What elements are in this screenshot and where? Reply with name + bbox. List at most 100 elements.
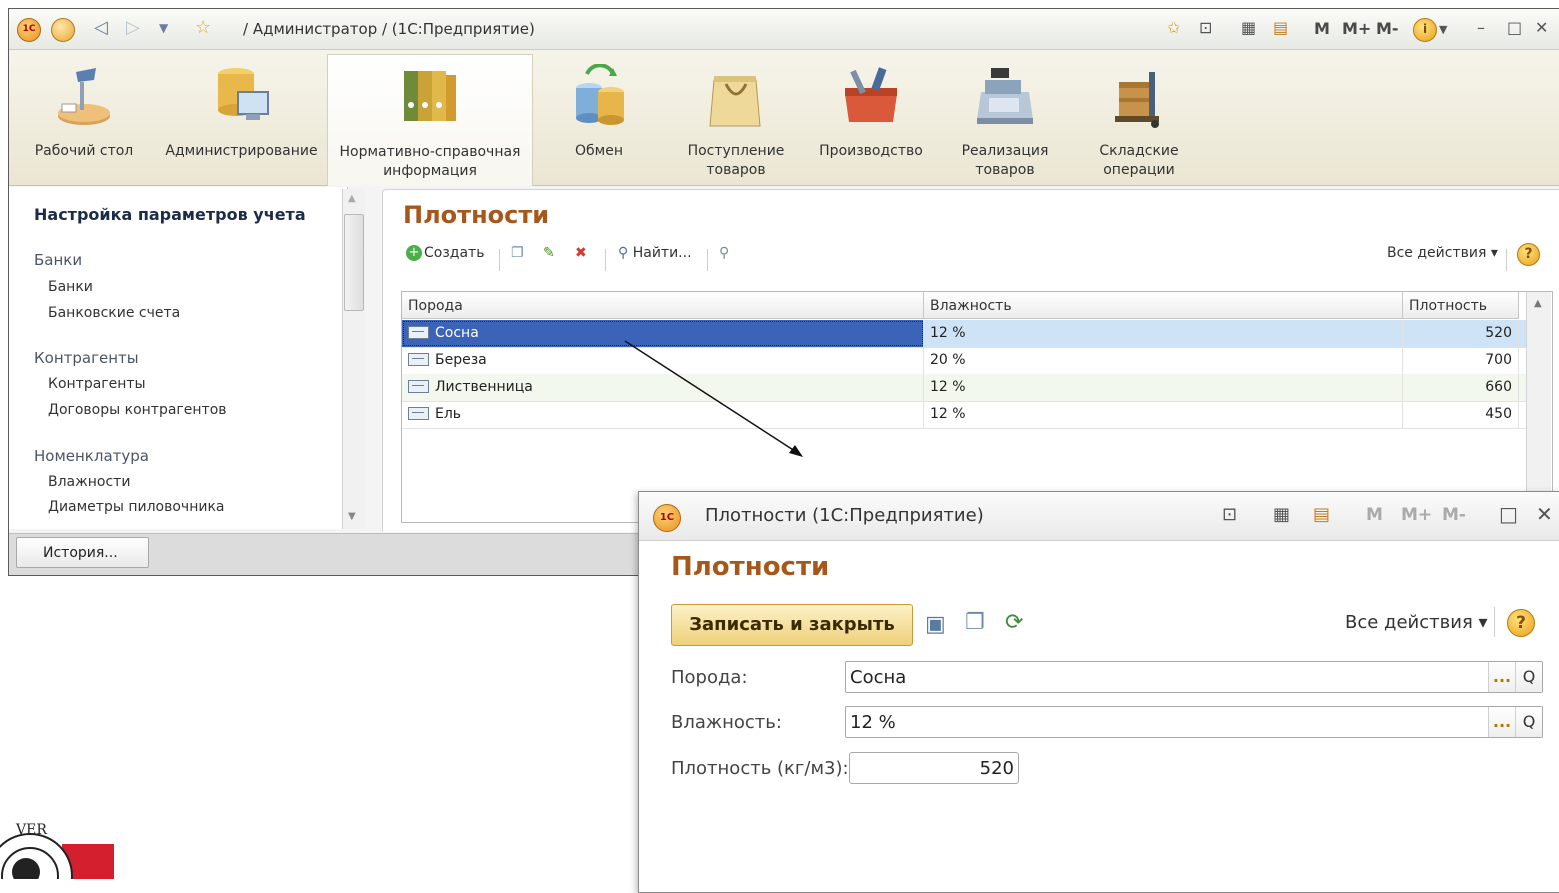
memory-plus-button[interactable]: M+ (1342, 19, 1371, 38)
nav-item-humidities[interactable]: Влажности (48, 474, 130, 490)
section-exchange[interactable]: Обмен (549, 50, 649, 185)
sections-panel: Рабочий стол Администрирование Нормативн… (9, 50, 1559, 186)
cell-density: 660 (1403, 374, 1519, 401)
maximize-icon[interactable]: □ (1507, 18, 1522, 37)
cancel-search-icon[interactable]: ⚲ (719, 245, 729, 261)
close-icon[interactable]: ✕ (1536, 502, 1553, 526)
nav-item-bank-accounts[interactable]: Банковские счета (48, 305, 180, 321)
delete-icon[interactable]: ✖ (575, 245, 587, 261)
forward-arrow-icon[interactable]: ▷ (126, 17, 140, 38)
link-icon[interactable]: ⊡ (1222, 504, 1237, 525)
species-field[interactable]: Сосна ... Q (845, 661, 1543, 693)
binders-icon (404, 71, 456, 121)
save-and-close-button[interactable]: Записать и закрыть (671, 604, 913, 646)
maximize-icon[interactable]: □ (1499, 502, 1518, 526)
main-menu-icon[interactable] (51, 18, 75, 42)
memory-minus-button[interactable]: M- (1442, 505, 1466, 525)
copy-icon[interactable]: ❐ (511, 245, 524, 261)
humidity-field[interactable]: 12 % ... Q (845, 706, 1543, 738)
favorites-star-icon[interactable]: ☆ (195, 17, 211, 38)
section-production[interactable]: Производство (809, 50, 933, 185)
app-1c-icon[interactable]: 1С (17, 18, 41, 42)
section-desktop[interactable]: Рабочий стол (29, 50, 139, 185)
calculator-icon[interactable]: ▦ (1273, 504, 1290, 525)
toolbar-separator (1494, 607, 1495, 637)
table-row[interactable]: Береза 20 % 700 (402, 347, 1526, 375)
info-icon[interactable]: i (1413, 18, 1437, 42)
section-sales[interactable]: Реализация товаров (949, 50, 1061, 185)
nav-item-counterparties[interactable]: Контрагенты (48, 376, 146, 392)
density-item-dialog: 1С Плотности (1С:Предприятие) ⊡ ▦ ▤ M M+… (638, 491, 1559, 893)
density-label: Плотность (кг/м3): (671, 758, 849, 779)
copy-icon[interactable]: ❐ (965, 610, 985, 635)
find-button[interactable]: ⚲ Найти... (618, 245, 692, 261)
table-scrollbar[interactable]: ▲ (1526, 292, 1551, 522)
nav-header-accounting-settings[interactable]: Настройка параметров учета (34, 205, 306, 224)
calendar-icon[interactable]: ▤ (1273, 18, 1288, 37)
all-actions-menu[interactable]: Все действия ▾ (1387, 245, 1498, 261)
scroll-up-icon[interactable]: ▲ (348, 193, 356, 204)
section-goods-receipt[interactable]: Поступление товаров (677, 50, 795, 185)
nav-item-log-diameters[interactable]: Диаметры пиловочника (48, 499, 224, 515)
humidity-value: 12 % (850, 712, 896, 733)
cell-humidity: 12 % (924, 401, 1403, 428)
navigation-panel: Настройка параметров учета Банки Банки Б… (9, 187, 348, 529)
app-1c-icon[interactable]: 1С (653, 504, 681, 532)
open-search-icon[interactable]: Q (1515, 707, 1542, 737)
calculator-icon[interactable]: ▦ (1241, 18, 1256, 37)
column-header-humidity[interactable]: Влажность (924, 292, 1403, 319)
history-dropdown-icon[interactable]: ▼ (159, 21, 168, 35)
create-button[interactable]: + Создать (406, 245, 484, 261)
section-warehouse[interactable]: Складские операции (1083, 50, 1195, 185)
open-search-icon[interactable]: Q (1515, 662, 1542, 692)
section-label: Поступление товаров (687, 143, 785, 178)
memory-m-button[interactable]: M (1314, 19, 1330, 38)
column-header-species[interactable]: Порода (402, 292, 924, 319)
nav-scrollbar-thumb[interactable] (344, 214, 364, 311)
history-button[interactable]: История... (16, 537, 149, 568)
nav-group-title: Контрагенты (34, 349, 139, 367)
toolbox-icon (845, 67, 897, 122)
species-text: Лиственница (435, 379, 533, 395)
toolbar-separator (1506, 249, 1507, 271)
shopping-bag-icon (709, 76, 761, 127)
memory-m-button[interactable]: M (1366, 505, 1383, 525)
table-row[interactable]: Ель 12 % 450 (402, 401, 1526, 429)
refresh-icon[interactable]: ⟳ (1005, 610, 1023, 635)
scroll-down-icon[interactable]: ▼ (348, 511, 356, 522)
calendar-icon[interactable]: ▤ (1313, 504, 1330, 525)
database-computer-icon (217, 68, 269, 120)
desk-lamp-icon (58, 68, 110, 125)
edit-pencil-icon[interactable]: ✎ (543, 245, 555, 261)
exchange-icon (576, 64, 624, 125)
save-disk-icon[interactable]: ▣ (925, 612, 946, 637)
scroll-up-icon[interactable]: ▲ (1534, 298, 1542, 309)
section-reference-info[interactable]: Нормативно-справочная информация (327, 54, 533, 186)
select-button[interactable]: ... (1488, 707, 1515, 737)
add-favorite-icon[interactable]: ✩ (1167, 18, 1180, 37)
info-dropdown-icon[interactable]: ▼ (1439, 23, 1447, 36)
help-icon[interactable]: ? (1507, 609, 1535, 637)
section-label: Обмен (575, 143, 623, 159)
section-administration[interactable]: Администрирование (159, 50, 324, 185)
species-value: Сосна (850, 667, 907, 688)
table-row[interactable]: Лиственница 12 % 660 (402, 374, 1526, 402)
memory-plus-button[interactable]: M+ (1401, 505, 1432, 525)
table-row[interactable]: Сосна 12 % 520 (402, 320, 1526, 348)
create-label: Создать (424, 245, 485, 261)
nav-item-contracts[interactable]: Договоры контрагентов (48, 402, 227, 418)
help-icon[interactable]: ? (1517, 243, 1540, 266)
callout-arrow (624, 340, 803, 457)
section-label: Нормативно-справочная информация (339, 144, 521, 179)
nav-item-banks[interactable]: Банки (48, 279, 93, 295)
nav-group-title: Номенклатура (34, 447, 149, 465)
close-icon[interactable]: ✕ (1535, 18, 1548, 37)
column-header-density[interactable]: Плотность (1403, 292, 1519, 319)
all-actions-menu[interactable]: Все действия ▾ (1345, 612, 1488, 633)
memory-minus-button[interactable]: M- (1376, 19, 1399, 38)
density-field[interactable]: 520 (849, 752, 1019, 784)
back-arrow-icon[interactable]: ◁ (94, 17, 108, 38)
minimize-icon[interactable]: – (1477, 18, 1485, 37)
link-icon[interactable]: ⊡ (1199, 18, 1212, 37)
select-button[interactable]: ... (1488, 662, 1515, 692)
